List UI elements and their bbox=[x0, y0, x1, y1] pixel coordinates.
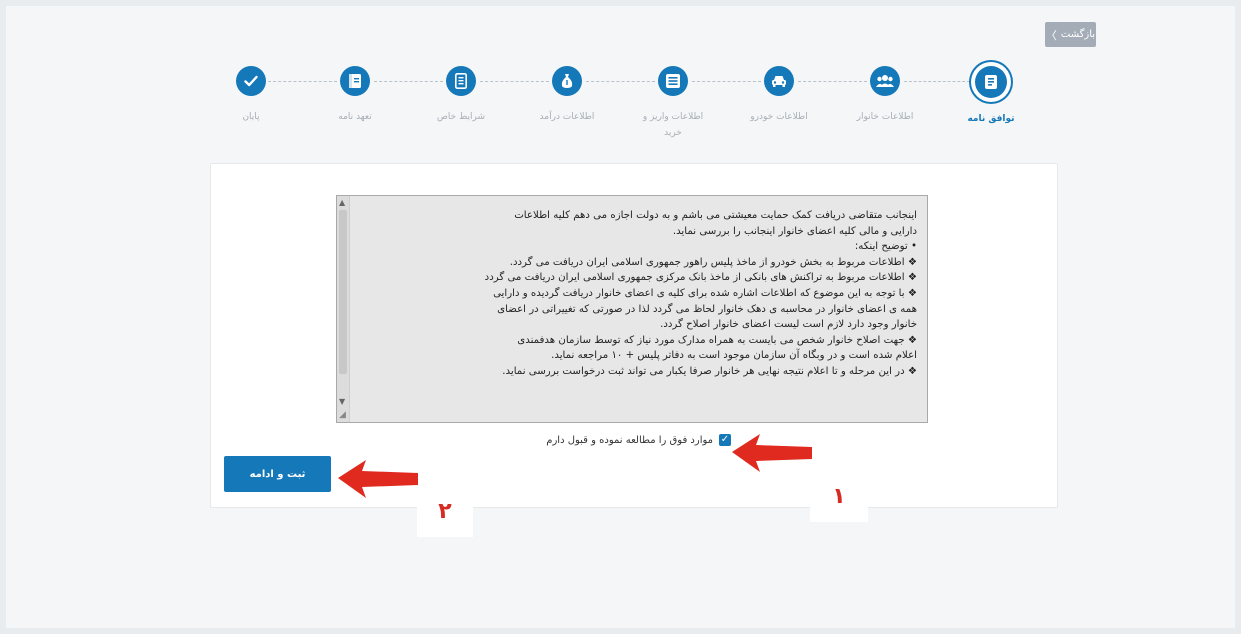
step-vehicle[interactable]: اطلاعات خودرو bbox=[739, 66, 819, 125]
marker-1-text: ۱ bbox=[832, 483, 846, 509]
step-label: شرایط خاص bbox=[436, 112, 486, 122]
terms-line: • توضیح اینکه: bbox=[854, 241, 917, 253]
submit-continue-button[interactable]: ثبت و ادامه bbox=[224, 456, 331, 492]
terms-line: ❖ اطلاعات مربوط به تراکنش های بانکی از م… bbox=[484, 272, 917, 284]
step-label: تعهد نامه bbox=[338, 112, 372, 122]
annotation-marker-1: ۱ bbox=[810, 470, 868, 522]
agreement-label: موارد فوق را مطالعه نموده و قبول دارم bbox=[546, 434, 713, 446]
terms-line: ❖ جهت اصلاح خانوار شخص می بایست به همراه… bbox=[517, 334, 917, 346]
id-card-icon bbox=[446, 66, 476, 96]
resize-grip-icon[interactable]: ◢ bbox=[339, 410, 346, 420]
step-household[interactable]: اطلاعات خانوار bbox=[845, 66, 925, 125]
terms-line: خانوار وجود دارد لازم است لیست اعضای خان… bbox=[660, 319, 917, 331]
step-deposit-purchase[interactable]: اطلاعات واریز و خرید bbox=[633, 66, 713, 141]
money-bag-icon bbox=[552, 66, 582, 96]
step-income[interactable]: اطلاعات درآمد bbox=[527, 66, 607, 125]
terms-textarea[interactable]: ▲ ▼ ◢ اینجانب متقاضی دریافت کمک حمایت مع… bbox=[336, 195, 928, 423]
agreement-checkbox-row[interactable]: ✓ موارد فوق را مطالعه نموده و قبول دارم bbox=[521, 432, 731, 448]
check-icon bbox=[236, 66, 266, 96]
annotation-arrow-2 bbox=[338, 460, 418, 498]
terms-line: ❖ اطلاعات مربوط به بخش خودرو از ماخذ پلی… bbox=[509, 256, 917, 268]
step-special-conditions[interactable]: شرایط خاص bbox=[421, 66, 501, 125]
book-icon bbox=[340, 66, 370, 96]
document-icon bbox=[975, 66, 1007, 98]
terms-line: همه ی اعضای خانوار در محاسبه ی دهک خانوا… bbox=[497, 303, 917, 315]
terms-scrollbar[interactable]: ▲ ▼ bbox=[337, 196, 350, 422]
annotation-marker-2: ۲ bbox=[417, 485, 473, 537]
step-finish[interactable]: پایان bbox=[211, 66, 291, 125]
terms-line: ❖ با توجه به این موضوع که اطلاعات اشاره … bbox=[493, 287, 917, 299]
step-label: اطلاعات واریز و خرید bbox=[642, 112, 704, 138]
step-commitment[interactable]: تعهد نامه bbox=[315, 66, 395, 125]
scroll-down-icon[interactable]: ▼ bbox=[339, 398, 345, 406]
step-label: اطلاعات درآمد bbox=[539, 112, 595, 122]
scroll-up-icon[interactable]: ▲ bbox=[339, 199, 345, 207]
annotation-arrow-1 bbox=[732, 434, 812, 472]
terms-line: ❖ در این مرحله و تا اعلام نتیجه نهایی هر… bbox=[502, 365, 917, 377]
step-label: اطلاعات خودرو bbox=[750, 112, 808, 122]
car-icon bbox=[764, 66, 794, 96]
progress-stepper: توافق نامه اطلاعات خانوار اطلاعات خودرو … bbox=[0, 0, 1241, 160]
terms-line: اعلام شده است و در وبگاه آن سازمان موجود… bbox=[551, 350, 917, 362]
step-label: اطلاعات خانوار bbox=[856, 112, 914, 122]
step-label: پایان bbox=[242, 112, 260, 122]
terms-line: اینجانب متقاضی دریافت کمک حمایت معیشتی م… bbox=[514, 210, 917, 221]
terms-line: دارایی و مالی کلیه اعضای خانوار اینجانب … bbox=[672, 225, 917, 237]
step-agreement[interactable]: توافق نامه bbox=[951, 66, 1031, 127]
submit-button-label: ثبت و ادامه bbox=[249, 468, 306, 480]
list-icon bbox=[658, 66, 688, 96]
users-icon bbox=[870, 66, 900, 96]
terms-text: اینجانب متقاضی دریافت کمک حمایت معیشتی م… bbox=[359, 208, 917, 380]
scroll-thumb[interactable] bbox=[339, 210, 347, 374]
step-label: توافق نامه bbox=[967, 114, 1015, 124]
marker-2-text: ۲ bbox=[438, 498, 452, 524]
